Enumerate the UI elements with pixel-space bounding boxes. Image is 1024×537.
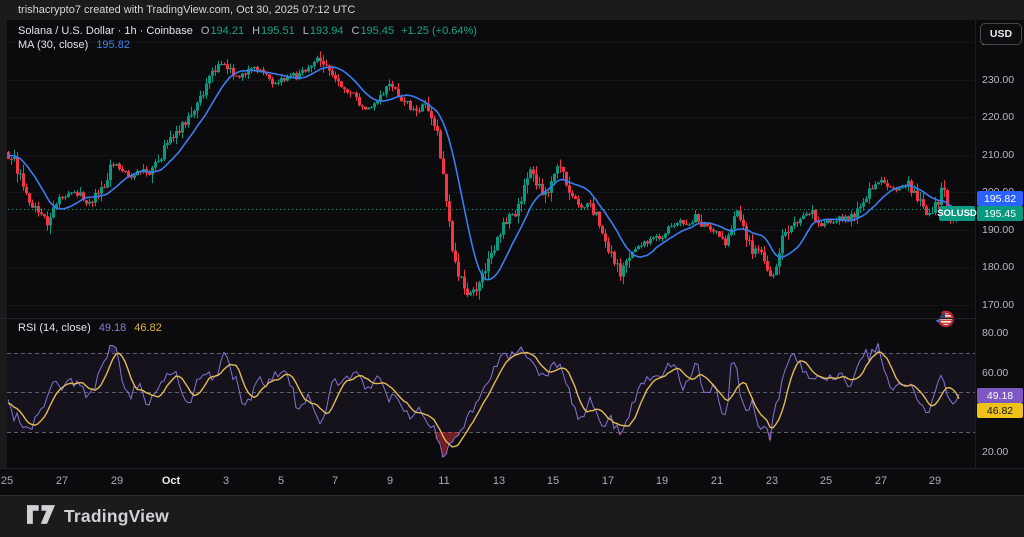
last-price-badge: 195.45 [977,206,1023,221]
time-axis-tick: 29 [928,475,942,487]
ohlc-open-value: 194.21 [210,25,245,37]
rsi-chart-canvas[interactable] [0,318,975,468]
tradingview-logo-icon[interactable] [27,504,55,529]
symbol-title[interactable]: Solana / U.S. Dollar · 1h · Coinbase [18,25,193,37]
ma-price-badge: 195.82 [977,191,1023,206]
currency-usd-button[interactable]: USD [980,23,1022,45]
time-axis-tick: 27 [55,475,69,487]
price-axis-label: 220.00 [982,111,1015,124]
time-axis-tick: 19 [655,475,669,487]
ohlc-close-value: 195.45 [360,25,395,37]
ma-legend-label[interactable]: MA (30, close) [18,39,88,51]
chart-area: Solana / U.S. Dollar · 1h · Coinbase O194… [0,20,977,468]
time-axis-tick: 15 [546,475,560,487]
time-axis-tick: 3 [222,475,230,487]
rsi-legend: RSI (14, close) 49.18 46.82 [18,322,162,334]
time-axis-tick: 7 [331,475,339,487]
time-axis-tick: 21 [710,475,724,487]
time-axis-tick: 17 [601,475,615,487]
price-axis[interactable]: USD 240.00230.00220.00210.00200.00190.00… [975,20,1024,468]
time-axis[interactable]: 25 27 29 Oct 3 5 7 9 11 13 15 17 19 21 23 25 27 29 [0,468,975,495]
symbol-price-label: SOLUSD [937,206,977,221]
rsi-legend-value: 49.18 [98,322,127,334]
price-chart-canvas[interactable] [0,20,975,318]
price-axis-label: 230.00 [982,73,1015,86]
tradingview-brand-text[interactable]: TradingView [64,506,169,527]
ohlc-high-label: H [252,25,261,37]
us-flag-icon[interactable] [934,309,956,336]
ohlc-close-label: C [351,25,360,37]
rsi-axis-label: 80.00 [982,326,1009,339]
price-axis-label: 190.00 [982,223,1015,236]
rsi-ma-legend-value: 46.82 [134,322,162,334]
time-axis-separator [0,468,1024,469]
pane-left-strip [0,20,7,468]
price-axis-label: 210.00 [982,148,1015,161]
tradingview-chart-widget: trishacrypto7 created with TradingView.c… [0,0,1024,537]
ohlc-high-value: 195.51 [261,25,295,37]
rsi-legend-label[interactable]: RSI (14, close) [18,322,91,334]
time-axis-tick: 9 [386,475,394,487]
rsi-axis-label: 60.00 [982,366,1009,379]
rsi-value-badge: 49.18 [977,388,1023,403]
time-axis-tick: 13 [492,475,506,487]
time-axis-tick: 11 [438,475,450,487]
ohlc-low-value: 193.94 [309,25,344,37]
price-axis-label: 180.00 [982,261,1015,274]
ma-legend-value: 195.82 [96,39,130,51]
ma-legend: MA (30, close) 195.82 [18,39,130,51]
ohlc-low-label: L [302,25,309,37]
ohlc-open-label: O [200,25,210,37]
symbol-legend: Solana / U.S. Dollar · 1h · Coinbase O194… [18,25,477,37]
attribution-text: trishacrypto7 created with TradingView.c… [18,4,356,16]
price-axis-label: 170.00 [982,298,1015,311]
time-axis-tick: Oct [161,475,181,487]
time-axis-tick: 25 [819,475,833,487]
time-axis-tick: 5 [277,475,285,487]
pane-separator[interactable] [0,318,1024,319]
rsi-ma-value-badge: 46.82 [977,403,1023,418]
time-axis-tick: 27 [874,475,888,487]
change-value: +1.25 (+0.64%) [401,25,477,37]
rsi-axis-label: 20.00 [982,445,1009,458]
footer-bar: TradingView [0,495,1024,537]
time-axis-tick: 29 [110,475,124,487]
time-axis-tick: 25 [0,475,14,487]
time-axis-tick: 23 [765,475,779,487]
attribution-bar: trishacrypto7 created with TradingView.c… [0,0,1024,20]
